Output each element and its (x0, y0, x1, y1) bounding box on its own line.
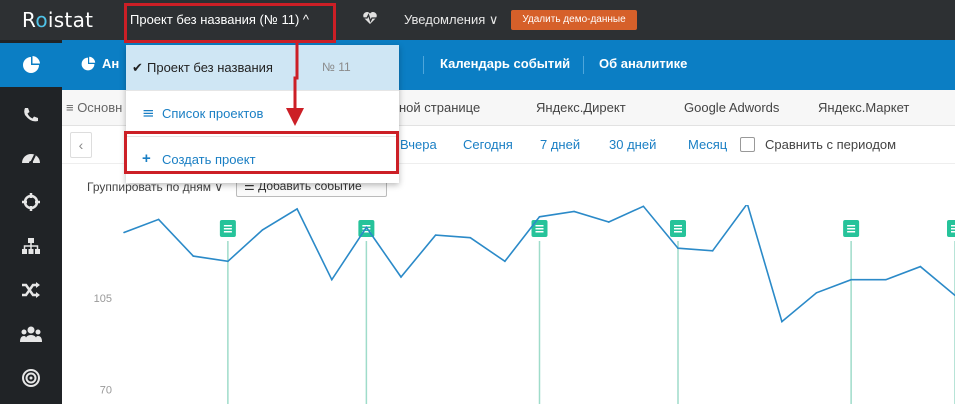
data-point (884, 278, 887, 281)
tab-about-analytics[interactable]: Об аналитике (599, 56, 687, 71)
data-point (919, 265, 922, 268)
data-point (261, 229, 264, 231)
project-number: № 11 (322, 60, 351, 74)
data-point (781, 320, 783, 323)
heartbeat-icon[interactable] (362, 10, 378, 26)
sidebar (0, 40, 62, 404)
dropdown-item-current-project[interactable]: ✔ Проект без названия № 11 (126, 45, 399, 91)
data-point (227, 260, 229, 263)
event-marker-glyph (223, 225, 232, 227)
sidebar-item-goals[interactable] (0, 356, 62, 400)
data-point (400, 276, 402, 278)
sidebar-item-structure[interactable] (0, 224, 62, 268)
data-point (330, 278, 333, 281)
compare-period-label: Сравнить с периодом (765, 137, 897, 152)
event-marker-glyph (847, 225, 856, 227)
subnav-item-yandex-direct[interactable]: Яндекс.Директ (536, 100, 626, 115)
date-today[interactable]: Сегодня (463, 137, 513, 152)
sidebar-item-tracking[interactable] (0, 180, 62, 224)
dropdown-item-project-list[interactable]: ≡ Список проектов (126, 91, 399, 137)
plus-icon: + (142, 150, 151, 167)
delete-demo-button[interactable]: Удалить демо-данные (511, 10, 637, 30)
pie-chart-icon (81, 56, 96, 71)
checkmark-icon: ✔ (132, 60, 143, 75)
notifications-menu[interactable]: Уведомления ∨ (404, 12, 498, 28)
y-tick-label: 105 (94, 293, 112, 305)
data-point (157, 218, 160, 221)
logo[interactable]: Roistat (22, 8, 93, 32)
crosshair-icon (22, 193, 40, 211)
sidebar-item-calls[interactable] (0, 93, 62, 137)
y-tick-label: 70 (100, 385, 112, 397)
target-icon (22, 369, 40, 387)
previous-period-button[interactable]: ‹ (70, 132, 92, 158)
tab-analytics[interactable]: Ан (102, 56, 119, 71)
data-point (365, 226, 368, 229)
event-marker-glyph (847, 231, 856, 233)
data-point (711, 250, 714, 252)
menu-icon: ≡ (142, 104, 155, 122)
data-point (469, 236, 472, 239)
date-30-days[interactable]: 30 дней (609, 137, 656, 152)
dropdown-project-list-label: Список проектов (162, 106, 264, 121)
data-point (677, 247, 679, 250)
event-marker-glyph (535, 228, 544, 230)
data-point (123, 231, 125, 234)
event-marker-glyph (674, 231, 682, 233)
sidebar-item-dashboard[interactable] (0, 136, 62, 180)
event-marker-glyph (951, 231, 955, 233)
data-point (607, 221, 610, 223)
event-marker-glyph (951, 225, 955, 227)
subnav-item-main[interactable]: ≡ Основн (66, 100, 122, 115)
subnav-item-page[interactable]: ной странице (399, 100, 480, 115)
sidebar-item-analytics[interactable] (0, 43, 62, 87)
data-point (192, 255, 195, 257)
top-bar: Roistat Проект без названия (№ 11) ^ Уве… (0, 0, 955, 40)
tab-divider (583, 56, 584, 74)
annotation-arrow-icon (286, 43, 304, 126)
sidebar-item-attribution[interactable] (0, 268, 62, 312)
project-dropdown: ✔ Проект без названия № 11 ≡ Список прое… (126, 45, 399, 183)
date-7-days[interactable]: 7 дней (540, 137, 580, 152)
event-marker-glyph (951, 228, 955, 230)
subnav-item-yandex-market[interactable]: Яндекс.Маркет (818, 100, 909, 115)
data-point (504, 260, 506, 263)
data-point (815, 291, 818, 294)
data-point (434, 234, 437, 236)
analytics-line-chart: 105 70 (94, 205, 955, 404)
tab-divider (423, 56, 424, 74)
date-month[interactable]: Месяц (688, 137, 727, 152)
dropdown-item-create-project[interactable]: + Создать проект (126, 137, 399, 183)
event-marker-glyph (535, 225, 544, 227)
subnav-item-google-adwords[interactable]: Google Adwords (684, 100, 779, 115)
tab-events-calendar[interactable]: Календарь событий (440, 56, 570, 71)
event-marker-glyph (847, 228, 856, 230)
sidebar-item-users[interactable] (0, 312, 62, 356)
event-marker-glyph (223, 231, 232, 233)
data-point (538, 215, 541, 218)
event-marker-glyph (674, 225, 682, 227)
event-marker-glyph (674, 228, 682, 230)
data-point (642, 205, 645, 208)
event-marker-glyph (535, 231, 544, 233)
dropdown-create-project-label: Создать проект (162, 152, 256, 167)
users-icon (20, 326, 42, 342)
event-marker-glyph (223, 228, 232, 230)
pie-chart-icon (23, 56, 40, 73)
compare-period-checkbox[interactable] (740, 137, 755, 152)
data-point (296, 208, 298, 210)
dashboard-icon (22, 154, 40, 165)
phone-icon (24, 108, 38, 122)
shuffle-icon (22, 282, 40, 298)
data-point (573, 210, 575, 213)
project-selector[interactable]: Проект без названия (№ 11) ^ (130, 12, 309, 27)
data-point (850, 278, 852, 281)
dropdown-current-project-label: Проект без названия (147, 60, 273, 75)
sitemap-icon (22, 238, 40, 254)
date-yesterday[interactable]: Вчера (400, 137, 437, 152)
